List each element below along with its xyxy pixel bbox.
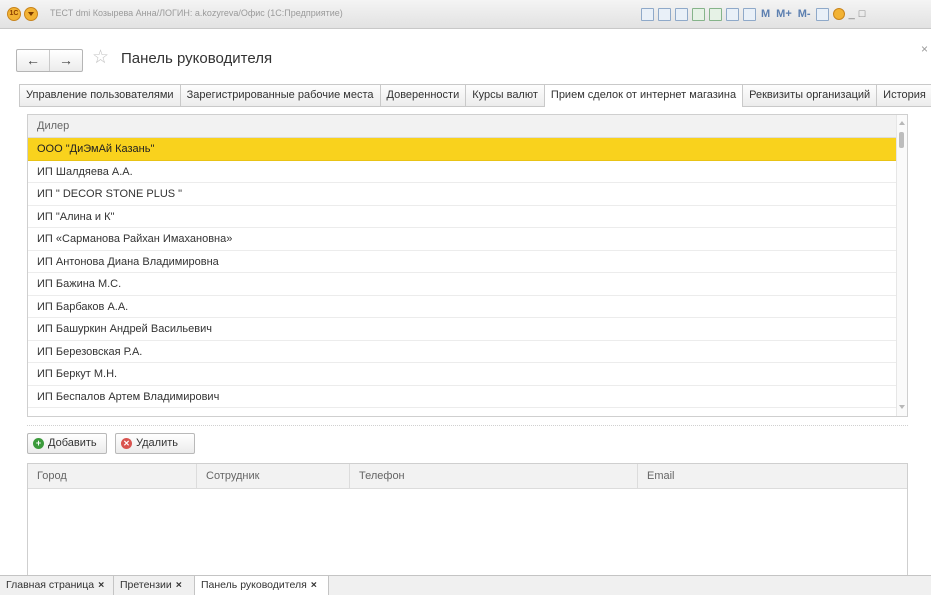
table-row[interactable]: ИП Шалдяева А.А. — [28, 161, 898, 183]
delete-button-label: Удалить — [136, 437, 178, 449]
table-row[interactable]: ИП Бажина М.С. — [28, 273, 898, 296]
close-icon[interactable]: × — [176, 579, 182, 591]
contacts-table: Город Сотрудник Телефон Email — [27, 463, 908, 575]
history-navigation: ← → — [16, 49, 83, 72]
table-row[interactable]: ИП Беркут М.Н. — [28, 363, 898, 386]
tab-workplaces[interactable]: Зарегистрированные рабочие места — [179, 84, 380, 107]
close-form-icon[interactable]: × — [921, 42, 928, 56]
link-icon[interactable] — [709, 7, 722, 21]
maximize-button[interactable]: □ — [859, 8, 866, 20]
column-employee[interactable]: Сотрудник — [196, 464, 349, 488]
tab-history[interactable]: История — [876, 84, 931, 107]
main-menu-icon[interactable] — [24, 7, 38, 21]
memory-button[interactable]: M — [760, 8, 771, 20]
print-icon[interactable] — [641, 7, 654, 21]
print-preview-icon[interactable] — [658, 7, 671, 21]
find-icon[interactable] — [675, 7, 688, 21]
memory-plus-button[interactable]: M+ — [775, 8, 793, 20]
minimize-button[interactable]: _ — [849, 8, 855, 20]
info-icon[interactable] — [832, 8, 845, 20]
save-icon[interactable] — [692, 7, 705, 21]
delete-button[interactable]: ✕ Удалить — [115, 433, 195, 454]
window-tab-label: Главная страница — [6, 579, 95, 591]
window-title: ТЕСТ dmi Козырева Анна/ЛОГИН: a.kozyreva… — [50, 8, 343, 18]
scroll-thumb[interactable] — [899, 132, 904, 148]
table-row[interactable]: ИП Башуркин Андрей Васильевич — [28, 318, 898, 341]
scroll-down-icon[interactable] — [899, 405, 905, 409]
dealer-rows: ООО "ДиЭмАй Казань" ИП Шалдяева А.А. ИП … — [28, 138, 898, 408]
close-icon[interactable]: × — [311, 579, 317, 591]
add-icon: + — [33, 438, 44, 449]
tab-powers-of-attorney[interactable]: Доверенности — [379, 84, 466, 107]
forward-button[interactable]: → — [49, 50, 82, 71]
page-title: Панель руководителя — [121, 50, 273, 67]
window-tab-claims[interactable]: Претензии × — [114, 576, 195, 595]
system-toolbar: M M+ M- _ □ — [641, 6, 865, 22]
window-title-bar: 1С ТЕСТ dmi Козырева Анна/ЛОГИН: a.kozyr… — [0, 0, 931, 29]
table-row[interactable]: ИП Беспалов Артем Владимирович — [28, 386, 898, 408]
window-layout-icon[interactable] — [815, 7, 829, 21]
calculator-icon[interactable] — [743, 7, 756, 21]
scroll-up-icon[interactable] — [899, 121, 905, 125]
divider — [27, 425, 908, 426]
tab-organization-details[interactable]: Реквизиты организаций — [742, 84, 877, 107]
dealer-column-header[interactable]: Дилер — [28, 115, 907, 138]
memory-minus-button[interactable]: M- — [797, 8, 812, 20]
table-row[interactable]: ИП "Алина и К" — [28, 206, 898, 228]
window-tab-label: Панель руководителя — [201, 579, 307, 591]
close-icon[interactable]: × — [98, 579, 104, 591]
column-email[interactable]: Email — [637, 464, 907, 488]
table-row[interactable]: ИП «Сарманова Райхан Имахановна» — [28, 228, 898, 251]
column-city[interactable]: Город — [28, 464, 196, 488]
window-tab-manager-panel[interactable]: Панель руководителя × — [195, 576, 329, 595]
tab-online-store-deals[interactable]: Прием сделок от интернет магазина — [543, 84, 743, 107]
window-tab-label: Претензии — [120, 579, 172, 591]
dealers-table: Дилер ООО "ДиЭмАй Казань" ИП Шалдяева А.… — [27, 114, 908, 417]
back-button[interactable]: ← — [17, 50, 49, 71]
open-windows-bar: Главная страница × Претензии × Панель руко… — [0, 575, 931, 595]
add-button[interactable]: + Добавить — [27, 433, 107, 454]
calendar-icon[interactable] — [726, 7, 739, 21]
window-tab-home[interactable]: Главная страница × — [0, 576, 114, 595]
dealers-scrollbar[interactable] — [896, 115, 907, 416]
table-row[interactable]: ИП Березовская Р.А. — [28, 341, 898, 363]
table-row[interactable]: ИП Антонова Диана Владимировна — [28, 251, 898, 273]
tab-users[interactable]: Управление пользователями — [19, 84, 180, 107]
favorite-star-icon[interactable]: ☆ — [92, 47, 109, 69]
app-logo-icon[interactable]: 1С — [7, 7, 21, 21]
column-phone[interactable]: Телефон — [349, 464, 637, 488]
add-button-label: Добавить — [48, 437, 97, 449]
table-row[interactable]: ИП Барбаков А.А. — [28, 296, 898, 318]
contacts-header: Город Сотрудник Телефон Email — [28, 464, 907, 489]
delete-icon: ✕ — [121, 438, 132, 449]
table-row[interactable]: ООО "ДиЭмАй Казань" — [28, 138, 898, 161]
table-row[interactable]: ИП " DECOR STONE PLUS " — [28, 183, 898, 206]
tab-currency-rates[interactable]: Курсы валют — [465, 84, 544, 107]
tab-bar: Управление пользователями Зарегистрирова… — [19, 84, 931, 107]
